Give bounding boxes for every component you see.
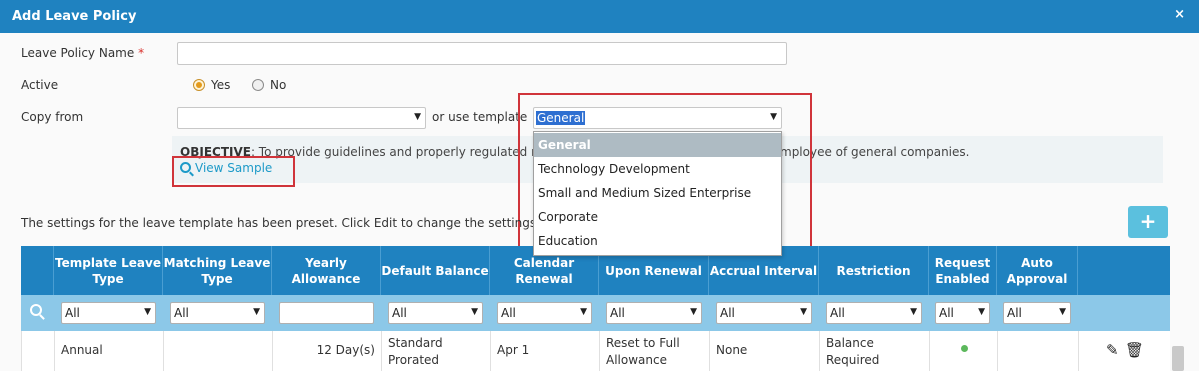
- active-label: Active: [21, 78, 59, 92]
- header-restriction[interactable]: Restriction: [819, 246, 929, 295]
- filter-value: All: [392, 306, 407, 320]
- filter-value: All: [720, 306, 735, 320]
- template-option-sme[interactable]: Small and Medium Sized Enterprise: [534, 181, 781, 205]
- template-option-education[interactable]: Education: [534, 229, 781, 253]
- active-yes-radio[interactable]: [193, 79, 205, 91]
- add-leave-type-button[interactable]: +: [1128, 206, 1168, 238]
- required-mark: *: [138, 46, 145, 60]
- filter-matching-leave-type[interactable]: All ▼: [170, 302, 265, 324]
- chevron-down-icon: ▼: [253, 307, 260, 317]
- default-balance-line1: Standard: [388, 336, 443, 350]
- chevron-down-icon: ▼: [690, 307, 697, 317]
- header-actions: [1078, 246, 1170, 295]
- cell-accrual-interval: None: [710, 331, 820, 371]
- filter-calendar-renewal[interactable]: All ▼: [497, 302, 592, 324]
- filter-yearly-allowance-input[interactable]: [279, 302, 374, 324]
- template-option-technology-development[interactable]: Technology Development: [534, 157, 781, 181]
- filter-request-enabled[interactable]: All ▼: [935, 302, 990, 324]
- cell-yearly-allowance: 12 Day(s): [273, 331, 382, 371]
- filter-upon-renewal[interactable]: All ▼: [606, 302, 702, 324]
- settings-info-text: The settings for the leave template has …: [21, 216, 554, 230]
- policy-name-label-text: Leave Policy Name: [21, 46, 135, 60]
- chevron-down-icon: ▼: [414, 112, 421, 122]
- active-no-radio[interactable]: [252, 79, 264, 91]
- filter-value: All: [501, 306, 516, 320]
- edit-icon[interactable]: ✎: [1106, 342, 1119, 359]
- header-request-enabled[interactable]: Request Enabled: [929, 246, 997, 295]
- table-row: Annual 12 Day(s) Standard Prorated Apr 1 …: [21, 331, 1170, 371]
- enabled-status-dot: [961, 345, 968, 352]
- filter-value: All: [939, 306, 954, 320]
- cell-restriction: Balance Required: [820, 331, 930, 371]
- chevron-down-icon: ▼: [910, 307, 917, 317]
- default-balance-line2: Prorated: [388, 353, 440, 367]
- filter-value: All: [830, 306, 845, 320]
- header-yearly-allowance[interactable]: Yearly Allowance: [272, 246, 381, 295]
- row-blank-cell: [22, 331, 55, 371]
- copy-from-select[interactable]: ▼: [177, 107, 426, 129]
- filter-value: All: [610, 306, 625, 320]
- or-use-template-label: or use template: [432, 110, 528, 124]
- filter-value: All: [174, 306, 189, 320]
- header-template-leave-type[interactable]: Template Leave Type: [54, 246, 163, 295]
- upon-renewal-line2: Allowance: [606, 353, 667, 367]
- highlight-box-view-sample: [172, 156, 295, 187]
- delete-icon[interactable]: 🗑: [1125, 342, 1144, 359]
- copy-from-label: Copy from: [21, 110, 84, 124]
- chevron-down-icon: ▼: [800, 307, 807, 317]
- cell-upon-renewal: Reset to Full Allowance: [600, 331, 710, 371]
- active-yes-label: Yes: [211, 78, 231, 92]
- header-auto-approval[interactable]: Auto Approval: [997, 246, 1078, 295]
- restriction-line1: Balance: [826, 336, 874, 350]
- header-matching-leave-type[interactable]: Matching Leave Type: [163, 246, 272, 295]
- template-option-corporate[interactable]: Corporate: [534, 205, 781, 229]
- restriction-line2: Required: [826, 353, 880, 367]
- chevron-down-icon: ▼: [144, 307, 151, 317]
- header-default-balance[interactable]: Default Balance: [381, 246, 490, 295]
- cell-template-leave-type: Annual: [55, 331, 164, 371]
- template-option-general[interactable]: General: [534, 133, 781, 157]
- table-scrollbar[interactable]: [1172, 346, 1184, 371]
- chevron-down-icon: ▼: [471, 307, 478, 317]
- cell-matching-leave-type: [164, 331, 273, 371]
- objective-text-left: : To provide guidelines and properly reg…: [250, 145, 547, 159]
- filter-restriction[interactable]: All ▼: [826, 302, 922, 324]
- filter-row: All ▼ All ▼ All ▼ All ▼ All ▼ All ▼ All ▼ All ▼ …: [21, 295, 1170, 331]
- filter-template-leave-type[interactable]: All ▼: [61, 302, 156, 324]
- dialog-title: Add Leave Policy: [12, 9, 137, 24]
- header-blank: [21, 246, 54, 295]
- filter-default-balance[interactable]: All ▼: [388, 302, 483, 324]
- chevron-down-icon: ▼: [580, 307, 587, 317]
- filter-value: All: [65, 306, 80, 320]
- template-dropdown-list: General Technology Development Small and…: [533, 131, 782, 256]
- policy-name-input[interactable]: [177, 42, 787, 65]
- dialog-titlebar: Add Leave Policy ×: [0, 0, 1199, 33]
- cell-auto-approval: [998, 331, 1079, 371]
- cell-default-balance: Standard Prorated: [382, 331, 491, 371]
- policy-name-label: Leave Policy Name *: [21, 46, 144, 60]
- upon-renewal-line1: Reset to Full: [606, 336, 680, 350]
- cell-request-enabled: [930, 331, 998, 371]
- chevron-down-icon: ▼: [1059, 307, 1066, 317]
- filter-auto-approval[interactable]: All ▼: [1003, 302, 1071, 324]
- search-icon[interactable]: [30, 304, 42, 316]
- cell-actions: ✎ 🗑: [1079, 331, 1171, 371]
- filter-value: All: [1007, 306, 1022, 320]
- cell-calendar-renewal: Apr 1: [491, 331, 600, 371]
- close-icon[interactable]: ×: [1174, 7, 1185, 22]
- filter-accrual-interval[interactable]: All ▼: [716, 302, 812, 324]
- active-no-label: No: [270, 78, 287, 92]
- chevron-down-icon: ▼: [978, 307, 985, 317]
